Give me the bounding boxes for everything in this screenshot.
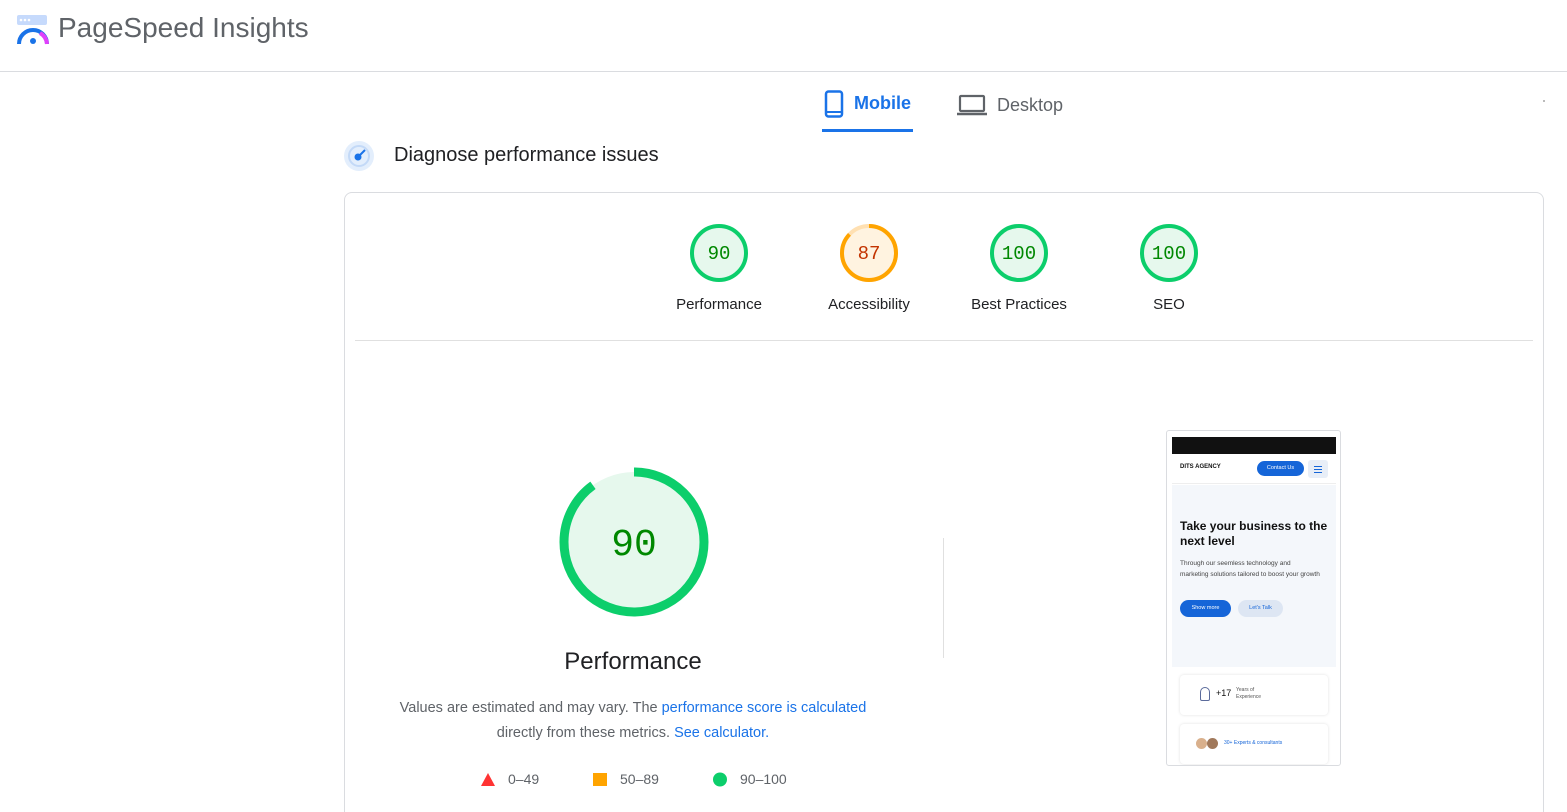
calculator-link[interactable]: See calculator. — [674, 725, 769, 741]
screenshot-secondary-button: Let's Talk — [1238, 600, 1283, 617]
avatar — [1196, 738, 1207, 749]
tab-desktop[interactable]: Desktop — [957, 78, 1063, 132]
performance-score-value: 90 — [611, 524, 657, 567]
score-value: 90 — [708, 243, 731, 265]
screenshot-contact-button: Contact Us — [1257, 461, 1304, 476]
screenshot-stat-card: +17 Years of Experience — [1180, 675, 1328, 715]
legend-pass: 90–100 — [712, 771, 787, 787]
smartphone-icon — [824, 89, 844, 118]
description-text: Values are estimated and may vary. The — [399, 700, 662, 716]
screenshot-experts-card: 30+ Experts & consultants — [1180, 724, 1328, 764]
score-value: 100 — [1002, 243, 1036, 265]
score-label: SEO — [1153, 296, 1185, 313]
screenshot-brand: DITS AGENCY — [1180, 464, 1221, 470]
screenshot-paragraph: Through our seemless technology and mark… — [1180, 560, 1320, 578]
legend-label: 90–100 — [740, 771, 787, 787]
app-title: PageSpeed Insights — [58, 12, 309, 43]
device-tabs: Mobile Desktop — [822, 78, 1063, 132]
score-calculation-link[interactable]: performance score is calculated — [662, 700, 867, 716]
circle-icon — [713, 772, 727, 786]
section-title: Diagnose performance issues — [394, 144, 659, 166]
stat-number: +17 — [1216, 688, 1232, 698]
legend-label: 0–49 — [508, 771, 540, 787]
gauge-icon — [344, 141, 374, 171]
stat-text: Years of Experience — [1236, 687, 1262, 700]
score-ring: 100 — [1140, 224, 1198, 282]
menu-icon — [1308, 460, 1328, 478]
score-gauge-best-practices[interactable]: 100 Best Practices — [959, 222, 1079, 313]
score-ring: 100 — [990, 224, 1048, 282]
screenshot-navbar: DITS AGENCY Contact Us — [1172, 456, 1336, 484]
legend-average: 50–89 — [592, 771, 659, 787]
decorative-dot — [1543, 100, 1545, 102]
score-gauge-seo[interactable]: 100 SEO — [1109, 222, 1229, 313]
score-label: Best Practices — [971, 296, 1067, 313]
score-label: Accessibility — [828, 296, 910, 313]
legend-fail: 0–49 — [480, 771, 539, 787]
score-gauge-accessibility[interactable]: 87 Accessibility — [809, 222, 929, 313]
screenshot-hero: Take your business to the next level Thr… — [1172, 485, 1336, 667]
laptop-icon — [957, 94, 987, 116]
score-value: 100 — [1152, 243, 1186, 265]
square-icon — [593, 772, 607, 786]
score-ring: 87 — [840, 224, 898, 282]
description-text: directly from these metrics. — [496, 725, 675, 741]
screenshot-status-bar — [1172, 437, 1336, 454]
tab-desktop-label: Desktop — [997, 94, 1064, 115]
experts-text: 30+ Experts & consultants — [1224, 740, 1283, 746]
score-gauge-performance[interactable]: 90 Performance — [659, 222, 779, 313]
page-screenshot: DITS AGENCY Contact Us Take your busines… — [1166, 430, 1341, 766]
performance-gauge: 90 — [559, 467, 709, 617]
avatar — [1207, 738, 1218, 749]
divider — [355, 340, 1533, 341]
legend-label: 50–89 — [620, 771, 659, 787]
triangle-icon — [481, 772, 495, 786]
performance-title: Performance — [564, 648, 702, 675]
pagespeed-logo-icon[interactable] — [16, 14, 50, 48]
tab-mobile[interactable]: Mobile — [822, 78, 913, 132]
screenshot-primary-button: Show more — [1180, 600, 1231, 617]
tab-mobile-label: Mobile — [854, 93, 911, 113]
vertical-divider — [943, 538, 944, 658]
stat-icon — [1200, 687, 1210, 701]
screenshot-headline: Take your business to the next level — [1180, 519, 1328, 548]
performance-description: Values are estimated and may vary. The p… — [380, 696, 886, 746]
score-value: 87 — [858, 243, 881, 265]
score-label: Performance — [676, 296, 762, 313]
top-bar: PageSpeed Insights — [0, 0, 1567, 72]
score-ring: 90 — [690, 224, 748, 282]
